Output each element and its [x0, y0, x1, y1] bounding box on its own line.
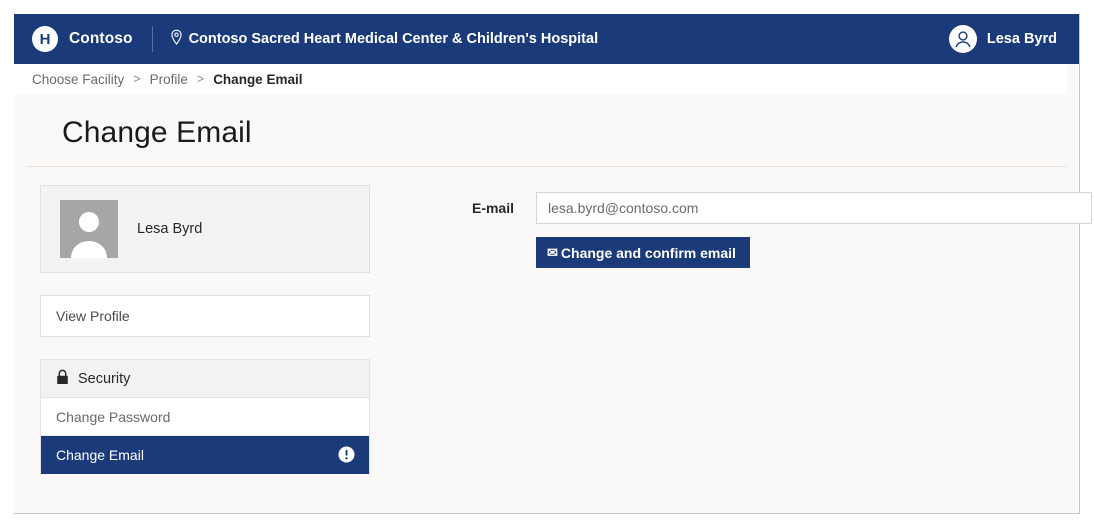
sidebar-item-label: Change Email	[56, 446, 144, 463]
change-and-confirm-email-button[interactable]: ✉ Change and confirm email	[536, 237, 750, 268]
info-exclamation-icon	[338, 446, 355, 463]
email-form-row: E-mail	[442, 192, 1092, 224]
brand-home-link[interactable]: H Contoso	[32, 26, 133, 52]
contoso-logo-icon: H	[32, 26, 58, 52]
sidebar-item-label: View Profile	[56, 308, 130, 324]
app-window: H Contoso Contoso Sacred Heart Medical C…	[14, 14, 1092, 514]
person-placeholder-icon	[60, 200, 118, 258]
user-menu[interactable]: Lesa Byrd	[948, 25, 1057, 53]
breadcrumb-item-profile[interactable]: Profile	[150, 72, 188, 87]
navbar-divider	[151, 26, 153, 52]
breadcrumb-item-change-email: Change Email	[213, 71, 303, 87]
sidebar-item-view-profile[interactable]: View Profile	[40, 295, 370, 337]
change-and-confirm-email-label: Change and confirm email	[560, 244, 736, 261]
location-pin-icon	[170, 29, 183, 50]
breadcrumb-separator: >	[133, 72, 141, 86]
profile-name-label: Lesa Byrd	[137, 221, 203, 237]
sidebar-group-label: Security	[78, 370, 131, 387]
user-avatar-icon	[948, 25, 977, 53]
sidebar: Lesa Byrd View Profile Security Change P…	[40, 185, 370, 474]
page-header: Change Email	[26, 94, 1067, 167]
brand-name-label: Contoso	[69, 30, 133, 47]
user-name-label: Lesa Byrd	[986, 31, 1057, 47]
envelope-icon: ✉	[547, 245, 558, 260]
sidebar-item-change-password[interactable]: Change Password	[41, 398, 369, 436]
top-navigation-bar: H Contoso Contoso Sacred Heart Medical C…	[14, 14, 1079, 64]
profile-card: Lesa Byrd	[40, 185, 370, 273]
page-title: Change Email	[62, 116, 252, 149]
sidebar-item-change-email[interactable]: Change Email	[41, 436, 369, 474]
breadcrumb: Choose Facility > Profile > Change Email	[14, 64, 1067, 94]
email-input[interactable]	[536, 192, 1092, 224]
sidebar-security-group: Security Change Password Change Email	[40, 359, 370, 474]
main-content: E-mail ✉ Change and confirm email	[370, 185, 1092, 474]
page-body: Lesa Byrd View Profile Security Change P…	[14, 167, 1092, 474]
facility-name-label: Contoso Sacred Heart Medical Center & Ch…	[188, 31, 599, 47]
facility-selector[interactable]: Contoso Sacred Heart Medical Center & Ch…	[170, 29, 599, 50]
breadcrumb-item-choose-facility[interactable]: Choose Facility	[32, 72, 124, 87]
sidebar-group-header-security: Security	[41, 360, 369, 398]
sidebar-item-label: Change Password	[56, 408, 171, 425]
form-actions: ✉ Change and confirm email	[442, 237, 1092, 268]
lock-icon	[56, 369, 69, 389]
email-field-label: E-mail	[471, 200, 514, 216]
breadcrumb-separator: >	[196, 72, 205, 86]
